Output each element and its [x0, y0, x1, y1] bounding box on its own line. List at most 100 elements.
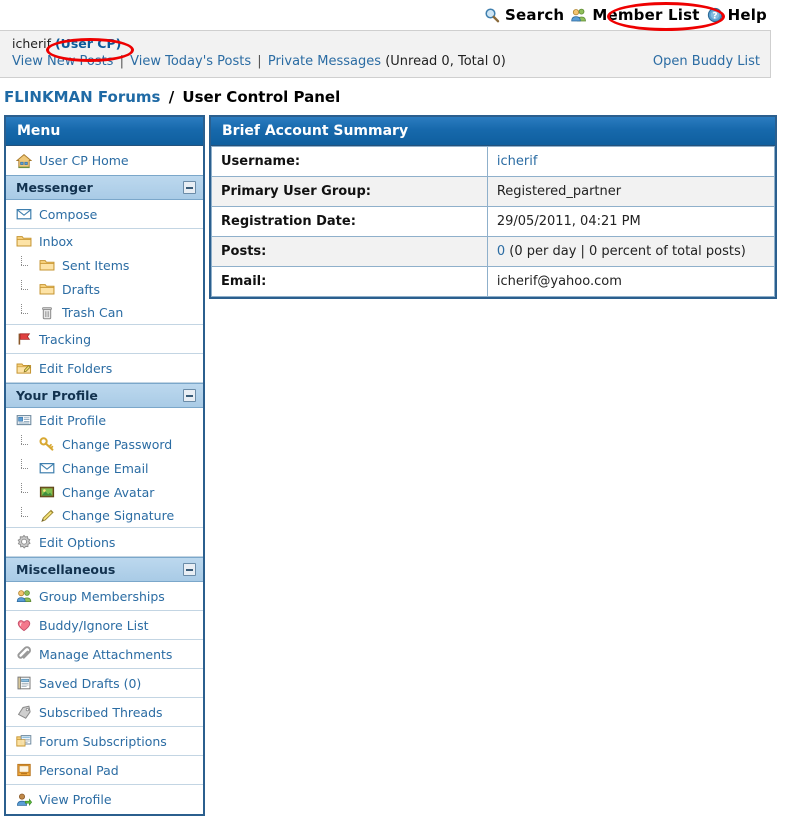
heart-icon: [16, 617, 32, 633]
sidebar-item-trash-can[interactable]: Trash Can: [6, 301, 203, 325]
sidebar-section-miscellaneous[interactable]: Miscellaneous: [6, 557, 203, 582]
sidebar-item-inbox[interactable]: Inbox: [6, 229, 203, 253]
sidebar-menu: Menu User CP Home Messenger Compose Inbo…: [4, 115, 205, 816]
view-new-posts-link[interactable]: View New Posts: [12, 54, 113, 69]
collapse-icon[interactable]: [183, 389, 196, 402]
user-nav-line: View New Posts | View Today's Posts | Pr…: [12, 52, 760, 71]
section-title: Your Profile: [16, 388, 98, 403]
user-cp-link[interactable]: (User CP): [55, 36, 121, 51]
sidebar-item-change-avatar[interactable]: Change Avatar: [6, 480, 203, 504]
user-info-strip: icherif (User CP) View New Posts | View …: [0, 30, 771, 78]
row-value: 29/05/2011, 04:21 PM: [486, 206, 776, 237]
sidebar-item-manage-attachments[interactable]: Manage Attachments: [6, 640, 203, 669]
sidebar-item-label: Change Signature: [62, 508, 175, 523]
sidebar-item-label: Buddy/Ignore List: [39, 617, 149, 633]
sidebar-section-messenger[interactable]: Messenger: [6, 175, 203, 200]
row-label: Registration Date:: [211, 206, 488, 237]
main-panel-title: Brief Account Summary: [211, 117, 775, 146]
search-link[interactable]: Search: [484, 6, 564, 24]
breadcrumb: FLINKMAN Forums / User Control Panel: [0, 78, 789, 115]
current-username: icherif: [12, 36, 51, 51]
sidebar-section-your-profile[interactable]: Your Profile: [6, 383, 203, 408]
sidebar-item-label: Subscribed Threads: [39, 704, 163, 720]
sidebar-title: Menu: [6, 117, 203, 146]
sidebar-item-compose[interactable]: Compose: [6, 200, 203, 229]
gear-icon: [16, 534, 32, 550]
envelope-icon: [39, 460, 55, 476]
sidebar-item-tracking[interactable]: Tracking: [6, 325, 203, 354]
breadcrumb-root-link[interactable]: FLINKMAN Forums: [4, 88, 160, 106]
tracking-icon: [16, 331, 32, 347]
table-row: Registration Date: 29/05/2011, 04:21 PM: [211, 206, 776, 237]
sidebar-item-buddy-ignore-list[interactable]: Buddy/Ignore List: [6, 611, 203, 640]
sidebar-item-drafts[interactable]: Drafts: [6, 277, 203, 301]
collapse-icon[interactable]: [183, 563, 196, 576]
sidebar-item-label: Edit Options: [39, 534, 116, 550]
row-value: 0 (0 per day | 0 percent of total posts): [486, 236, 776, 267]
sidebar-item-change-signature[interactable]: Change Signature: [6, 504, 203, 528]
tree-branch-icon: [19, 280, 32, 296]
sidebar-item-forum-subscriptions[interactable]: Forum Subscriptions: [6, 727, 203, 756]
breadcrumb-separator: /: [168, 88, 175, 106]
post-count-link[interactable]: 0: [497, 244, 505, 259]
sidebar-item-personal-pad[interactable]: Personal Pad: [6, 756, 203, 785]
help-icon: ?: [707, 7, 723, 23]
profile-card-icon: [16, 412, 32, 428]
section-title: Miscellaneous: [16, 562, 116, 577]
user-arrow-icon: [16, 792, 32, 808]
sidebar-item-label: Forum Subscriptions: [39, 733, 167, 749]
paperclip-icon: [16, 646, 32, 662]
body-columns: Menu User CP Home Messenger Compose Inbo…: [0, 115, 789, 816]
collapse-icon[interactable]: [183, 181, 196, 194]
view-todays-posts-link[interactable]: View Today's Posts: [130, 54, 251, 69]
tree-branch-icon: [19, 256, 32, 272]
sidebar-item-sent-items[interactable]: Sent Items: [6, 253, 203, 277]
table-row: Posts: 0 (0 per day | 0 percent of total…: [211, 236, 776, 267]
avatar-image-icon: [39, 484, 55, 500]
row-label: Primary User Group:: [211, 176, 488, 207]
section-title: Messenger: [16, 180, 93, 195]
sidebar-item-change-password[interactable]: Change Password: [6, 432, 203, 456]
sidebar-item-change-email[interactable]: Change Email: [6, 456, 203, 480]
notebook-icon: [16, 675, 32, 691]
svg-text:?: ?: [712, 12, 717, 22]
help-link[interactable]: ? Help: [707, 6, 767, 24]
folder-icon: [39, 281, 55, 297]
sidebar-item-label: Tracking: [39, 331, 92, 347]
sidebar-item-label: Compose: [39, 206, 98, 222]
sidebar-item-label: Trash Can: [62, 305, 124, 320]
sidebar-item-label: Edit Folders: [39, 360, 113, 376]
username-link[interactable]: icherif: [497, 154, 538, 169]
member-list-link[interactable]: Member List: [571, 6, 699, 24]
sidebar-item-view-profile[interactable]: View Profile: [6, 785, 203, 814]
key-icon: [39, 436, 55, 452]
private-messages-link[interactable]: Private Messages: [268, 54, 381, 69]
open-buddy-list-link[interactable]: Open Buddy List: [653, 52, 760, 71]
search-label: Search: [505, 6, 565, 24]
table-row: Primary User Group: Registered_partner: [211, 176, 776, 207]
sidebar-item-user-cp-home[interactable]: User CP Home: [6, 146, 203, 175]
sidebar-item-saved-drafts[interactable]: Saved Drafts (0): [6, 669, 203, 698]
sidebar-item-label: Sent Items: [62, 257, 130, 273]
sidebar-item-edit-folders[interactable]: Edit Folders: [6, 354, 203, 383]
edit-folders-icon: [16, 360, 32, 376]
page-root: Search Member List ? Help icherif (User …: [0, 0, 789, 833]
sidebar-item-group-memberships[interactable]: Group Memberships: [6, 582, 203, 611]
main-panel: Brief Account Summary Username: icherif …: [209, 115, 777, 299]
top-utility-bar: Search Member List ? Help: [0, 0, 789, 30]
nav-separator-1: |: [119, 54, 124, 69]
row-label: Email:: [211, 266, 488, 297]
tree-branch-icon: [19, 483, 32, 499]
trash-icon: [39, 305, 55, 321]
envelope-icon: [16, 206, 32, 222]
account-summary-table: Username: icherif Primary User Group: Re…: [211, 146, 776, 297]
sidebar-item-edit-options[interactable]: Edit Options: [6, 528, 203, 557]
folder-icon: [39, 257, 55, 273]
row-label: Username:: [211, 146, 488, 177]
sidebar-item-label: User CP Home: [39, 153, 129, 168]
nav-separator-2: |: [257, 54, 262, 69]
welcome-line: icherif (User CP): [12, 35, 760, 52]
sidebar-item-edit-profile[interactable]: Edit Profile: [6, 408, 203, 432]
sidebar-item-subscribed-threads[interactable]: Subscribed Threads: [6, 698, 203, 727]
user-nav-links: View New Posts | View Today's Posts | Pr…: [12, 52, 506, 71]
